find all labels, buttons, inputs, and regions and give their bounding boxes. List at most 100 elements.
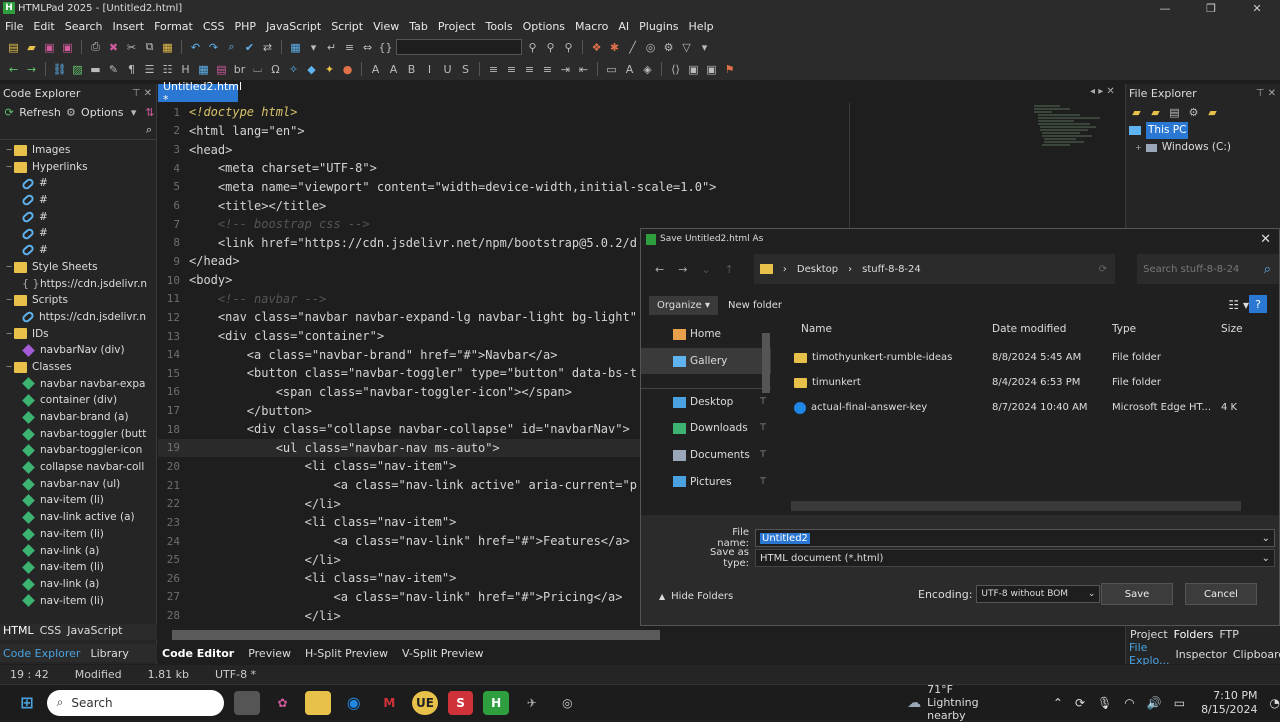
collapse-icon[interactable]: − bbox=[4, 326, 14, 343]
snippet-icon[interactable]: ✧ bbox=[286, 62, 301, 76]
pin-icon[interactable]: ⊤ ✕ bbox=[132, 88, 152, 99]
options-gear-icon[interactable]: ⚙ bbox=[65, 105, 77, 119]
restore-icon[interactable]: ❐ bbox=[1188, 2, 1234, 15]
clock[interactable]: 7:10 PM 8/15/2024 bbox=[1201, 689, 1257, 717]
explorer-search[interactable]: ⌕ bbox=[0, 122, 156, 140]
encoding-dropdown-icon[interactable]: ⌄ bbox=[1088, 589, 1096, 599]
menu-item-plugins[interactable]: Plugins bbox=[634, 20, 683, 33]
dropdown-icon[interactable]: ▾ bbox=[306, 40, 321, 54]
file-name-dropdown-icon[interactable]: ⌄ bbox=[1262, 533, 1270, 544]
options-button[interactable]: Options bbox=[81, 106, 123, 119]
menu-item-view[interactable]: View bbox=[368, 20, 404, 33]
fe-gear-icon[interactable]: ⚙ bbox=[1186, 105, 1201, 119]
more-icon[interactable]: ▾ bbox=[697, 40, 712, 54]
tab-fileexplo[interactable]: File Explo... bbox=[1129, 641, 1170, 667]
nav-item-home[interactable]: Home bbox=[641, 321, 771, 348]
tab-code-editor[interactable]: Code Editor bbox=[162, 647, 234, 660]
omega-icon[interactable]: Ω bbox=[268, 62, 283, 76]
tree-item[interactable]: navbar-toggler-icon bbox=[0, 442, 156, 459]
menu-item-tools[interactable]: Tools bbox=[480, 20, 517, 33]
image-icon[interactable]: ▨ bbox=[70, 62, 85, 76]
tree-item[interactable]: navbarNav (div) bbox=[0, 342, 156, 359]
wifi-icon[interactable]: ◠ bbox=[1124, 696, 1134, 710]
pin-icon[interactable]: ⊤ bbox=[759, 477, 767, 487]
tab-library[interactable]: Library bbox=[90, 647, 128, 660]
tree-item[interactable]: − Style Sheets bbox=[0, 259, 156, 276]
organize-button[interactable]: Organize ▾ bbox=[649, 295, 719, 315]
list-icon[interactable]: ☰ bbox=[142, 62, 157, 76]
dialog-search-input[interactable]: Search stuff-8-8-24 ⌕ bbox=[1137, 254, 1279, 284]
tree-item[interactable]: − Scripts bbox=[0, 292, 156, 309]
nav-item-documents[interactable]: Documents ⊤ bbox=[641, 442, 771, 469]
file-row[interactable]: actual-final-answer-key 8/7/2024 10:40 AM… bbox=[786, 395, 1276, 420]
tree-item[interactable]: navbar-brand (a) bbox=[0, 409, 156, 426]
align-center-icon[interactable]: ≡ bbox=[504, 62, 519, 76]
tree-item[interactable]: navbar-toggler (butt bbox=[0, 426, 156, 443]
drive-item[interactable]: Windows (C:) bbox=[1162, 139, 1231, 156]
filter-icon[interactable]: ▽ bbox=[679, 40, 694, 54]
nav-item-desktop[interactable]: Desktop ⊤ bbox=[641, 388, 771, 415]
menu-item-script[interactable]: Script bbox=[326, 20, 368, 33]
find-next-icon[interactable]: ⚲ bbox=[543, 40, 558, 54]
new-folder-button[interactable]: New folder bbox=[728, 300, 782, 311]
this-pc-item[interactable]: This PC bbox=[1146, 122, 1189, 139]
code-line[interactable]: 3 <head> bbox=[158, 140, 1028, 159]
start-icon[interactable]: ⊞ bbox=[14, 691, 40, 715]
check-icon[interactable]: ✔ bbox=[242, 40, 257, 54]
tab-html[interactable]: HTML bbox=[3, 624, 34, 640]
tree-item[interactable]: − Classes bbox=[0, 359, 156, 376]
app-bug-icon[interactable]: ✈ bbox=[519, 691, 545, 715]
collapse-icon[interactable]: − bbox=[4, 259, 14, 276]
indent-icon[interactable]: ⇥ bbox=[558, 62, 573, 76]
menu-item-search[interactable]: Search bbox=[60, 20, 108, 33]
menu-item-tab[interactable]: Tab bbox=[404, 20, 433, 33]
refresh-address-icon[interactable]: ⟳ bbox=[1099, 264, 1107, 275]
brush-icon[interactable]: ╱ bbox=[625, 40, 640, 54]
ue-icon[interactable]: UE bbox=[412, 690, 438, 715]
table-icon[interactable]: ▦ bbox=[196, 62, 211, 76]
copy-icon[interactable]: ⧉ bbox=[142, 40, 157, 54]
file-icon[interactable]: ▤ bbox=[6, 40, 21, 54]
open-folder-icon[interactable]: ▰ bbox=[24, 40, 39, 54]
fe-view-icon[interactable]: ▤ bbox=[1167, 105, 1182, 119]
tree-item[interactable]: collapse navbar-coll bbox=[0, 459, 156, 476]
wrap-icon[interactable]: ↵ bbox=[324, 40, 339, 54]
volume-icon[interactable]: 🔊 bbox=[1147, 696, 1162, 710]
tree-item[interactable]: nav-link (a) bbox=[0, 543, 156, 560]
flag-icon[interactable]: ⚑ bbox=[722, 62, 737, 76]
strike-icon[interactable]: S bbox=[458, 62, 473, 76]
nav-back-icon[interactable]: ← bbox=[655, 263, 664, 276]
redo-icon[interactable]: ↷ bbox=[206, 40, 221, 54]
snippets-icon[interactable]: ⟨⟩ bbox=[668, 62, 683, 76]
tree-item[interactable]: navbar navbar-expa bbox=[0, 376, 156, 393]
fold-icon[interactable]: ≡ bbox=[342, 40, 357, 54]
text-color-icon[interactable]: A bbox=[622, 62, 637, 76]
find-prev-icon[interactable]: ⚲ bbox=[561, 40, 576, 54]
paste-icon[interactable]: ▦ bbox=[160, 40, 175, 54]
nav-up-icon[interactable]: ↑ bbox=[725, 263, 734, 276]
navpane-scrollbar[interactable] bbox=[762, 333, 770, 393]
close-window-icon[interactable]: ✕ bbox=[1234, 2, 1280, 15]
nav-forward-icon[interactable]: → bbox=[678, 263, 687, 276]
form-icon[interactable]: ▤ bbox=[214, 62, 229, 76]
col-date[interactable]: Date modified bbox=[992, 323, 1112, 335]
address-more[interactable]: › bbox=[783, 264, 787, 275]
tab-project[interactable]: Project bbox=[1130, 628, 1168, 641]
save-all-icon[interactable]: ▣ bbox=[60, 40, 75, 54]
find-icon[interactable]: ⌕ bbox=[224, 40, 239, 54]
paragraph-icon[interactable]: ¶ bbox=[124, 62, 139, 76]
highlight-icon[interactable]: ◈ bbox=[640, 62, 655, 76]
tree-item[interactable]: nav-item (li) bbox=[0, 593, 156, 610]
tree-item[interactable]: nav-item (li) bbox=[0, 526, 156, 543]
code-line[interactable]: 2 <html lang="en"> bbox=[158, 122, 1028, 141]
crumb-folder[interactable]: stuff-8-8-24 bbox=[862, 264, 921, 275]
refresh-button[interactable]: Refresh bbox=[19, 106, 61, 119]
close-file-icon[interactable]: ✖ bbox=[106, 40, 121, 54]
menu-item-edit[interactable]: Edit bbox=[28, 20, 59, 33]
col-name[interactable]: Name bbox=[786, 323, 992, 335]
menu-item-insert[interactable]: Insert bbox=[108, 20, 150, 33]
hr-icon[interactable]: ▬ bbox=[88, 62, 103, 76]
tab-preview[interactable]: Preview bbox=[248, 647, 291, 660]
validate-icon[interactable]: ❖ bbox=[589, 40, 604, 54]
gear-icon[interactable]: ⚙ bbox=[661, 40, 676, 54]
